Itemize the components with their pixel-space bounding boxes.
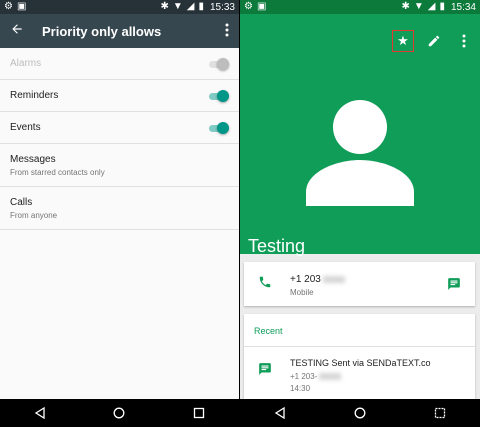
back-arrow-icon[interactable] <box>0 22 34 41</box>
status-time: 15:33 <box>209 1 235 13</box>
navigation-bar <box>0 399 239 427</box>
recent-title: Recent <box>254 326 283 336</box>
setting-alarms[interactable]: Alarms <box>0 48 239 80</box>
recents-nav-icon[interactable] <box>189 403 209 423</box>
divider <box>244 346 475 347</box>
priority-settings-screen: ⚙ ▣ ✱ ▼ ◢ ▮ 15:33 Priority only allows A… <box>0 0 239 427</box>
phone-card[interactable]: +1 203 Mobile <box>244 262 475 306</box>
battery-icon: ▮ <box>198 1 204 12</box>
alarms-toggle[interactable] <box>209 57 229 70</box>
setting-label: Events <box>10 122 41 133</box>
setting-summary: From anyone <box>10 210 58 220</box>
setting-label: Calls <box>10 196 33 208</box>
overflow-menu-icon[interactable] <box>454 31 474 51</box>
image-notification-icon: ▣ <box>256 1 267 12</box>
message-icon[interactable] <box>447 277 461 291</box>
setting-summary: From starred contacts only <box>10 167 105 177</box>
setting-label: Alarms <box>10 58 42 69</box>
navigation-bar <box>240 399 480 427</box>
recents-nav-icon[interactable] <box>430 403 450 423</box>
signal-icon: ◢ <box>427 1 436 12</box>
bluetooth-icon: ✱ <box>401 1 410 12</box>
overflow-menu-icon[interactable] <box>215 23 239 40</box>
wifi-icon: ▼ <box>413 1 424 12</box>
message-icon <box>259 363 271 375</box>
back-nav-icon[interactable] <box>270 403 290 423</box>
contact-actions: ★ <box>392 30 474 52</box>
recent-number: +1 203- <box>290 372 342 381</box>
setting-reminders[interactable]: Reminders <box>0 80 239 112</box>
setting-label: Messages <box>10 153 56 165</box>
image-notification-icon: ▣ <box>16 1 27 12</box>
page-title: Priority only allows <box>42 23 162 39</box>
home-nav-icon[interactable] <box>109 403 129 423</box>
home-nav-icon[interactable] <box>350 403 370 423</box>
redacted-digits <box>322 275 345 283</box>
phone-number: +1 203 <box>290 274 345 285</box>
back-nav-icon[interactable] <box>30 403 50 423</box>
redacted-digits <box>319 373 342 381</box>
contact-header: ★ Testing <box>240 14 480 256</box>
settings-notification-icon: ⚙ <box>4 1 13 12</box>
events-toggle[interactable] <box>209 121 229 134</box>
reminders-toggle[interactable] <box>209 89 229 102</box>
setting-events[interactable]: Events <box>0 112 239 144</box>
app-bar: Priority only allows <box>0 14 239 48</box>
phone-number-text: +1 203 <box>290 274 321 285</box>
recent-message-text[interactable]: TESTING Sent via SENDaTEXT.co <box>290 358 431 368</box>
signal-icon: ◢ <box>186 1 195 12</box>
wifi-icon: ▼ <box>172 1 183 12</box>
edit-pencil-icon[interactable] <box>424 31 444 51</box>
phone-type: Mobile <box>290 288 314 297</box>
status-bar: ⚙ ▣ ✱ ▼ ◢ ▮ 15:34 <box>240 0 480 14</box>
contact-details-screen: ⚙ ▣ ✱ ▼ ◢ ▮ 15:34 ★ Testing +1 203 Mobil… <box>240 0 480 427</box>
bluetooth-icon: ✱ <box>160 1 169 12</box>
setting-calls[interactable]: Calls From anyone <box>0 187 239 230</box>
star-icon: ★ <box>397 33 409 48</box>
setting-messages[interactable]: Messages From starred contacts only <box>0 144 239 187</box>
setting-label: Reminders <box>10 90 59 101</box>
star-favorite-button[interactable]: ★ <box>392 30 414 52</box>
recent-time: 14:30 <box>290 384 311 393</box>
battery-icon: ▮ <box>439 1 445 12</box>
contact-avatar-icon <box>306 100 414 206</box>
phone-icon[interactable] <box>258 275 272 289</box>
settings-notification-icon: ⚙ <box>244 1 253 12</box>
recent-number-text: +1 203- <box>290 372 318 381</box>
status-time: 15:34 <box>450 1 476 13</box>
status-bar: ⚙ ▣ ✱ ▼ ◢ ▮ 15:33 <box>0 0 239 14</box>
contact-name: Testing <box>248 236 306 256</box>
